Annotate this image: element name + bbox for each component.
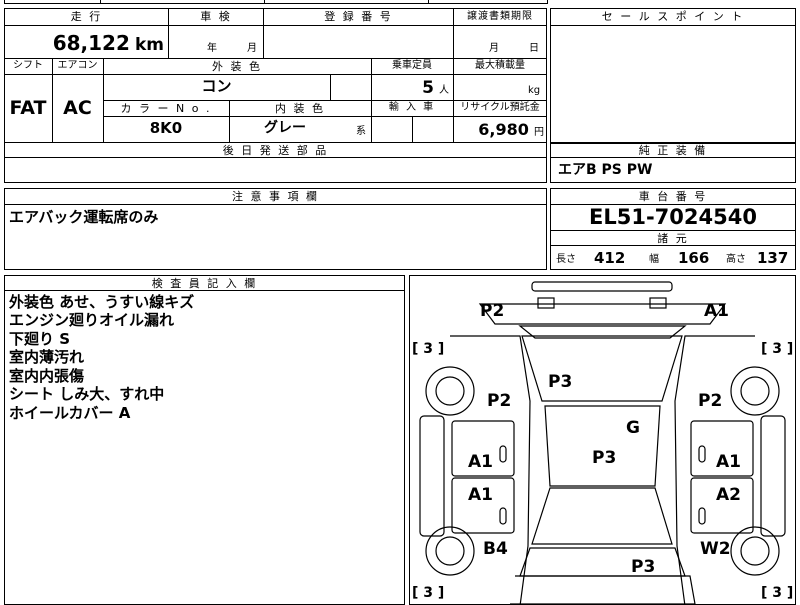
inspector-line: 室内薄汚れ: [9, 348, 85, 366]
max-load-header: 最大積載量: [475, 60, 525, 71]
damage-mark: P3: [631, 557, 656, 577]
damage-mark: A1: [716, 452, 741, 472]
damage-mark: A1: [704, 301, 729, 321]
damage-mark: P2: [480, 301, 505, 321]
transfer-docs-header: 譲渡書類期限: [467, 11, 533, 22]
mileage-header: 走 行: [70, 10, 103, 23]
aircon-header: エアコン: [57, 60, 98, 71]
shift-value: FAT: [9, 97, 47, 119]
recycle-unit: 円: [534, 127, 544, 138]
sales-point-header: セ ー ル ス ポ イ ン ト: [601, 10, 745, 23]
damage-mark: B4: [483, 539, 508, 559]
inspector-line: 下廻り S: [9, 330, 71, 348]
sales-point-box: [550, 8, 796, 144]
inspector-line: 室内内張傷: [9, 367, 85, 385]
shift-header: シフト: [13, 60, 43, 71]
recycle-value-wrap: 6,980 円: [453, 122, 544, 138]
inspector-line: ホイールカバー A: [9, 404, 131, 422]
tire-condition-label: [ 3 ]: [412, 341, 445, 357]
color-no-header: カ ラ ー N o .: [120, 102, 212, 115]
mileage-value: 68,122 km: [4, 33, 164, 54]
chassis-header: 車 台 番 号: [638, 190, 708, 203]
spec-length-label: 長さ: [556, 254, 576, 265]
damage-mark: A1: [468, 452, 493, 472]
inspector-line: シート しみ大、すれ中: [9, 385, 165, 403]
exterior-color-header: 外 装 色: [212, 60, 262, 73]
interior-color-header: 内 装 色: [275, 102, 325, 115]
spec-height: 137: [757, 249, 789, 267]
car-diagram: [419, 281, 786, 604]
tire-condition-label: [ 3 ]: [761, 585, 794, 601]
top-strip: [4, 0, 548, 4]
import-header: 輸 入 車: [388, 102, 436, 113]
inspection-header: 車 検: [200, 10, 232, 23]
inspection-year-unit: 年: [207, 43, 217, 54]
damage-mark: G: [626, 418, 640, 438]
chassis-value: EL51-7024540: [589, 205, 757, 229]
max-load-unit: kg: [528, 85, 541, 96]
inspector-line: 外装色 あせ、うすい線キズ: [9, 293, 195, 311]
damage-mark: P2: [487, 391, 512, 411]
car-diagram-box: [ 3 ] [ 3 ] [ 3 ] [ 3 ] P2 A1 P3 P2 P2 G…: [409, 275, 796, 605]
aircon-value: AC: [63, 97, 92, 119]
damage-mark: W2: [700, 539, 731, 559]
registration-header: 登 録 番 号: [324, 10, 393, 23]
damage-mark: P3: [592, 448, 617, 468]
tire-condition-label: [ 3 ]: [761, 341, 794, 357]
cautions-header: 注 意 事 項 欄: [232, 190, 319, 203]
recycle-header: リサイクル預託金: [460, 102, 540, 113]
inspector-line: エンジン廻りオイル漏れ: [9, 311, 175, 329]
color-no-value: 8K0: [149, 119, 183, 137]
capacity-unit: 人: [439, 85, 449, 96]
exterior-color-value: コン: [201, 77, 232, 95]
capacity-value: 5: [422, 78, 434, 98]
spec-width: 166: [678, 249, 710, 267]
cautions-text: エアバック運転席のみ: [9, 208, 159, 226]
damage-mark: A2: [716, 485, 741, 505]
spec-length: 412: [594, 249, 626, 267]
capacity-value-wrap: 5 人: [371, 80, 449, 97]
later-parts-header: 後 日 発 送 部 品: [222, 144, 329, 157]
specs-header: 諸 元: [657, 232, 689, 245]
interior-color-value: グレー: [264, 120, 306, 136]
inspector-header: 検 査 員 記 入 欄: [151, 277, 258, 290]
recycle-value: 6,980: [478, 120, 529, 139]
mileage-unit: km: [134, 35, 164, 55]
transfer-docs-day-unit: 日: [529, 43, 539, 54]
capacity-header: 乗車定員: [392, 60, 432, 71]
damage-mark: A1: [468, 485, 493, 505]
mileage-number: 68,122: [52, 31, 130, 55]
spec-width-label: 幅: [649, 254, 659, 265]
equipment-header: 純 正 装 備: [638, 144, 708, 157]
spec-height-label: 高さ: [726, 254, 746, 265]
tire-condition-label: [ 3 ]: [412, 585, 445, 601]
transfer-docs-month-unit: 月: [489, 43, 499, 54]
interior-color-suffix: 系: [356, 126, 366, 137]
equipment-value: エアB PS PW: [558, 162, 653, 178]
inspection-month-unit: 月: [247, 43, 257, 54]
damage-mark: P2: [698, 391, 723, 411]
damage-mark: P3: [548, 372, 573, 392]
